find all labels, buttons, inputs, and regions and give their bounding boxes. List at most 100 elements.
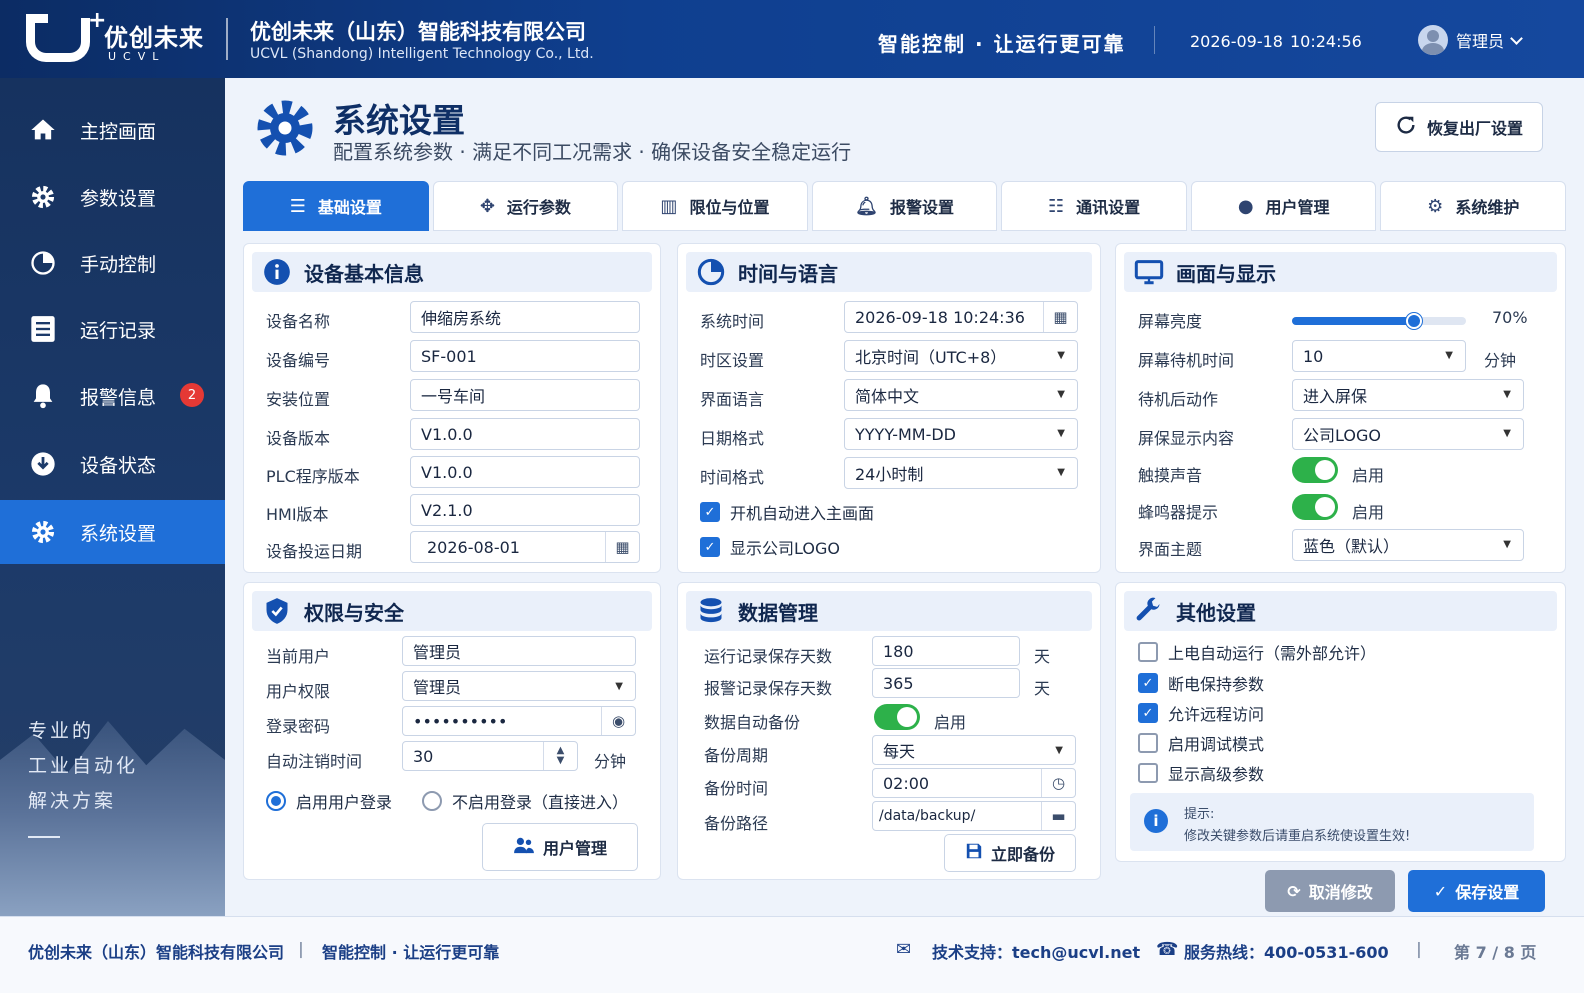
sidebar-item-records[interactable]: 运行记录 (0, 297, 225, 361)
commission-date-input[interactable]: 2026-08-01 ▦ (410, 531, 640, 563)
sidebar-item-params[interactable]: 参数设置 (0, 165, 225, 229)
calendar-icon[interactable]: ▦ (605, 532, 639, 562)
timezone-select[interactable]: 北京时间（UTC+8） ▼ (844, 340, 1078, 372)
device-version-input[interactable]: V1.0.0 (410, 418, 640, 450)
chevron-down-icon: ▼ (1503, 389, 1511, 400)
location-input[interactable]: 一号车间 (410, 379, 640, 411)
clock-icon[interactable]: ◷ (1041, 769, 1075, 797)
factory-reset-button[interactable]: 恢复出厂设置 (1375, 102, 1543, 152)
tab-comm[interactable]: ☷ 通讯设置 (1001, 181, 1187, 231)
after-standby-select[interactable]: 进入屏保 ▼ (1292, 379, 1524, 411)
time-format-select[interactable]: 24小时制 ▼ (844, 457, 1078, 489)
enable-login-radio[interactable]: 启用用户登录 (266, 789, 392, 813)
tab-label: 限位与位置 (689, 198, 770, 217)
radio-label: 启用用户登录 (296, 793, 393, 812)
tab-run-params[interactable]: ✥ 运行参数 (432, 181, 619, 231)
stepper-arrows-icon[interactable]: ▲ ▼ (543, 742, 577, 770)
language-select[interactable]: 简体中文 ▼ (844, 379, 1078, 411)
hand-icon (28, 248, 58, 278)
backup-path-input[interactable]: /data/backup/ ▬ (872, 801, 1076, 831)
footer-divider: | (298, 939, 304, 958)
system-time-input[interactable]: 2026-09-18 10:24:36 ▦ (844, 301, 1078, 333)
touch-sound-toggle[interactable] (1292, 457, 1338, 483)
save-button[interactable]: ✓ 保存设置 (1408, 870, 1545, 912)
tab-label: 运行参数 (506, 198, 571, 217)
footer: 优创未来（山东）智能科技有限公司 | 智能控制 · 让运行更可靠 ✉ 技术支持：… (0, 916, 1584, 993)
plc-version-label: PLC程序版本 (266, 467, 360, 486)
top-bar: + 优创未来 UCVL 优创未来（山东）智能科技有限公司 UCVL (Shand… (0, 0, 1584, 78)
brightness-slider[interactable] (1292, 313, 1466, 329)
touch-sound-state: 启用 (1352, 466, 1385, 485)
brightness-label: 屏幕亮度 (1138, 312, 1203, 331)
auto-logout-stepper[interactable]: 30 ▲ ▼ (402, 741, 578, 771)
power-on-run-checkbox[interactable]: 上电自动运行（需外部允许） (1138, 640, 1376, 664)
panel-header: 其他设置 (1124, 591, 1557, 631)
check-icon: ✓ (1138, 673, 1158, 693)
device-name-input[interactable]: 伸缩房系统 (410, 301, 640, 333)
show-logo-checkbox[interactable]: ✓ 显示公司LOGO (700, 535, 840, 559)
plc-version-input[interactable]: V1.0.0 (410, 456, 640, 488)
tab-limits[interactable]: ▥ 限位与位置 (622, 181, 808, 231)
theme-select[interactable]: 蓝色（默认） ▼ (1292, 529, 1524, 561)
sidebar-item-manual[interactable]: 手动控制 (0, 231, 225, 295)
backup-now-button[interactable]: 立即备份 (944, 834, 1076, 872)
current-user-input[interactable]: 管理员 (402, 636, 636, 666)
disable-login-radio[interactable]: 不启用登录（直接进入） (422, 789, 628, 813)
chevron-down-icon: ▼ (1503, 428, 1511, 439)
auto-backup-toggle[interactable] (874, 704, 920, 730)
backup-time-input[interactable]: 02:00 ◷ (872, 768, 1076, 798)
sidebar-item-system[interactable]: 系统设置 (0, 500, 225, 564)
footer-hotline: 服务热线：400-0531-600 (1184, 943, 1389, 962)
gear-icon (28, 517, 58, 547)
standby-select[interactable]: 10 ▼ (1292, 340, 1466, 372)
user-manage-button[interactable]: 用户管理 (482, 823, 638, 871)
sidebar-item-label: 参数设置 (80, 187, 157, 210)
company-logo: + 优创未来 UCVL (24, 8, 214, 66)
hmi-version-input[interactable]: V2.1.0 (410, 494, 640, 526)
sidebar-item-alarms[interactable]: 报警信息 2 (0, 364, 225, 428)
folder-icon[interactable]: ▬ (1041, 802, 1075, 830)
tab-users[interactable]: ● 用户管理 (1190, 181, 1377, 231)
remote-access-checkbox[interactable]: ✓ 允许远程访问 (1138, 701, 1264, 725)
logo-mark (26, 14, 90, 62)
auto-main-checkbox[interactable]: ✓ 开机自动进入主画面 (700, 500, 874, 524)
calendar-icon[interactable]: ▦ (1043, 302, 1077, 332)
device-id-input[interactable]: SF-001 (410, 340, 640, 372)
password-input[interactable]: •••••••••• ◉ (402, 706, 636, 736)
tab-basic[interactable]: ☰ 基础设置 (243, 181, 429, 231)
run-retention-label: 运行记录保存天数 (704, 647, 833, 666)
standby-label: 屏幕待机时间 (1138, 351, 1235, 370)
panel-title: 数据管理 (738, 600, 818, 625)
retain-params-checkbox[interactable]: ✓ 断电保持参数 (1138, 671, 1264, 695)
monitor-icon (1134, 257, 1164, 287)
permission-select[interactable]: 管理员 ▼ (402, 671, 636, 701)
bars-icon: ▥ (660, 195, 678, 217)
tab-maintenance[interactable]: ⚙ 系统维护 (1380, 181, 1567, 231)
tab-alarms[interactable]: 🔔︎ 报警设置 (811, 181, 998, 231)
advanced-params-checkbox[interactable]: 显示高级参数 (1138, 761, 1264, 785)
slider-handle[interactable] (1405, 313, 1422, 329)
alarm-retention-input[interactable]: 365 (872, 668, 1020, 698)
auto-backup-label: 数据自动备份 (704, 713, 801, 732)
check-icon: ✓ (700, 537, 720, 557)
list-icon: ☰ (289, 195, 306, 217)
eye-icon[interactable]: ◉ (601, 707, 635, 735)
tip-message: 修改关键参数后请重启系统使设置生效! (1184, 829, 1411, 844)
sidebar-item-status[interactable]: 设备状态 (0, 432, 225, 496)
screensaver-select[interactable]: 公司LOGO ▼ (1292, 418, 1524, 450)
buzzer-toggle[interactable] (1292, 494, 1338, 520)
system-time-label: 系统时间 (700, 312, 765, 331)
timezone-label: 时区设置 (700, 351, 765, 370)
radio-label: 不启用登录（直接进入） (452, 793, 629, 812)
cancel-button[interactable]: ⟳ 取消修改 (1265, 870, 1395, 912)
page-subtitle: 配置系统参数 · 满足不同工况需求 · 确保设备安全稳定运行 (333, 140, 852, 164)
backup-cycle-select[interactable]: 每天 ▼ (872, 735, 1076, 765)
debug-mode-checkbox[interactable]: 启用调试模式 (1138, 731, 1264, 755)
bell-icon: 🔔︎ (855, 195, 878, 217)
sidebar-item-main[interactable]: 主控画面 (0, 98, 225, 162)
date-format-select[interactable]: YYYY-MM-DD ▼ (844, 418, 1078, 450)
buzzer-state: 启用 (1352, 503, 1385, 522)
run-retention-input[interactable]: 180 (872, 636, 1020, 666)
user-menu[interactable]: 管理员 (1418, 24, 1523, 56)
undo-icon: ⟳ (1287, 881, 1301, 901)
